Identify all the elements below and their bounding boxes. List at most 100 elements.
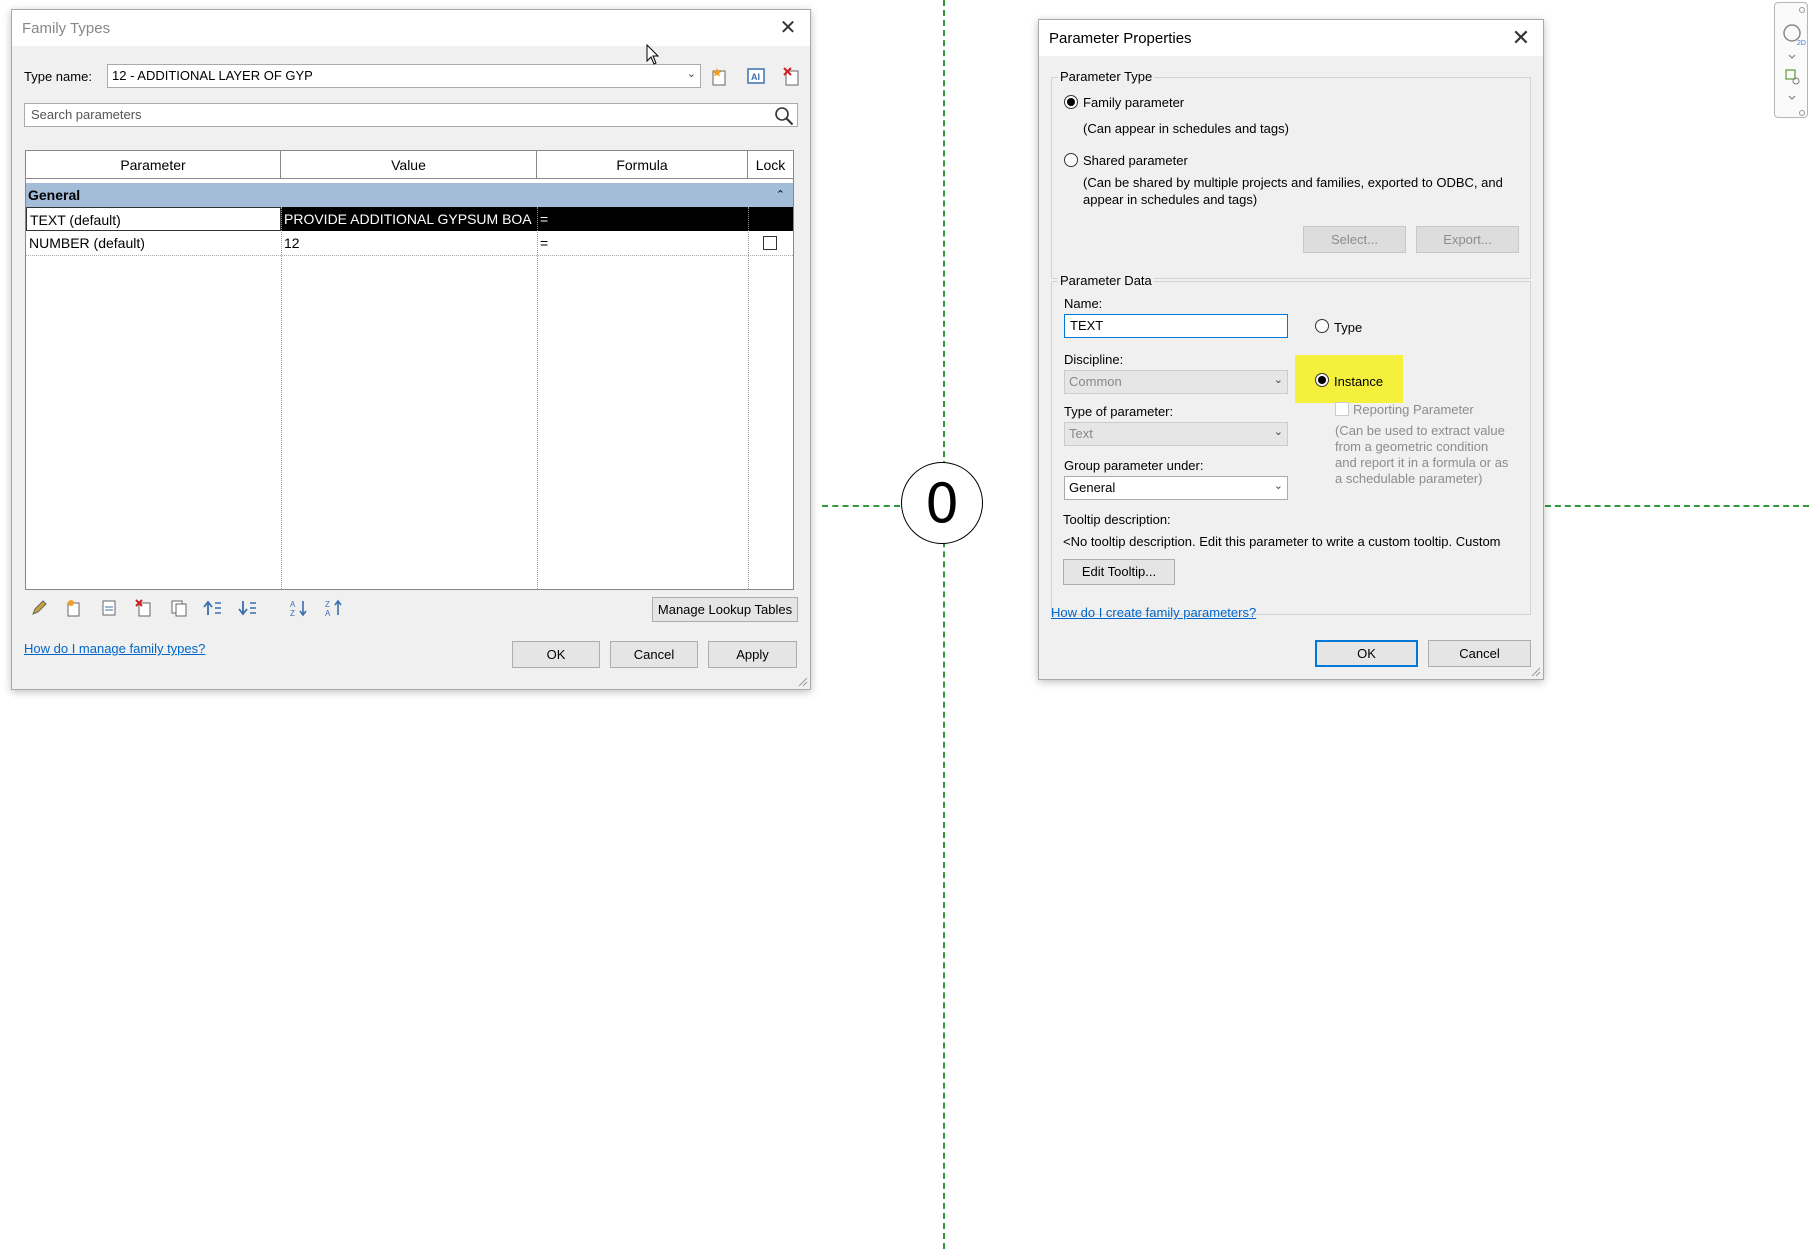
reporting-parameter-checkbox[interactable]	[1335, 402, 1349, 416]
shared-parameter-button[interactable]	[96, 595, 122, 621]
shared-parameter-radio[interactable]	[1064, 153, 1078, 167]
type-of-parameter-value: Text	[1069, 426, 1093, 441]
family-types-dialog: Family Types ✕ Type name: 12 - ADDITIONA…	[11, 9, 811, 690]
sort-ascending-icon: AZ	[290, 600, 307, 618]
reference-plane-horizontal-left	[822, 505, 900, 507]
table-row-formula[interactable]: =	[537, 207, 748, 231]
select-button[interactable]: Select...	[1303, 226, 1406, 253]
shared-parameter-label[interactable]: Shared parameter	[1083, 153, 1188, 168]
chevron-down-icon: ⌄	[1273, 480, 1283, 492]
table-row-value[interactable]: PROVIDE ADDITIONAL GYPSUM BOA	[281, 207, 537, 231]
new-parameter-button[interactable]	[61, 595, 87, 621]
column-header-parameter[interactable]: Parameter	[26, 151, 281, 179]
family-parameter-radio[interactable]	[1064, 95, 1078, 109]
reference-plane-horizontal-right	[1545, 505, 1809, 507]
edit-parameter-button[interactable]	[26, 595, 52, 621]
move-down-button[interactable]	[236, 595, 262, 621]
pencil-icon	[32, 600, 47, 615]
discipline-dropdown[interactable]: Common ⌄	[1064, 370, 1288, 394]
reporting-parameter-description: (Can be used to extract value	[1335, 423, 1505, 438]
reporting-parameter-description: a schedulable parameter)	[1335, 471, 1483, 486]
move-down-icon	[238, 601, 256, 616]
lock-checkbox[interactable]	[763, 236, 777, 250]
search-icon[interactable]	[773, 105, 795, 127]
close-icon[interactable]: ✕	[1509, 26, 1533, 50]
instance-radio[interactable]	[1315, 373, 1329, 387]
level-head-circle[interactable]: 0	[901, 462, 983, 544]
level-number: 0	[924, 471, 960, 535]
table-row-value[interactable]: 12	[281, 231, 537, 255]
column-divider	[281, 207, 282, 589]
parameter-properties-dialog: Parameter Properties ✕ Parameter Type Fa…	[1038, 19, 1544, 680]
family-types-titlebar[interactable]: Family Types ✕	[12, 10, 810, 46]
delete-parameter-button[interactable]	[131, 595, 157, 621]
family-types-title: Family Types	[22, 20, 111, 37]
row-divider	[26, 255, 793, 256]
close-icon[interactable]: ✕	[776, 16, 800, 40]
group-under-dropdown[interactable]: General ⌄	[1064, 476, 1288, 500]
tooltip-description-text: <No tooltip description. Edit this param…	[1063, 534, 1501, 549]
table-row-parameter[interactable]: TEXT (default)	[26, 207, 281, 231]
new-parameter-icon	[67, 600, 80, 617]
rename-type-icon: AI	[747, 68, 765, 84]
chevron-down-icon: ⌄	[1273, 426, 1283, 438]
name-label: Name:	[1064, 296, 1103, 311]
tooltip-description-label: Tooltip description:	[1063, 512, 1171, 527]
delete-type-icon	[783, 67, 799, 86]
mouse-cursor-icon	[646, 44, 660, 65]
svg-text:A: A	[290, 600, 296, 609]
column-header-lock[interactable]: Lock	[748, 151, 793, 179]
column-header-formula[interactable]: Formula	[537, 151, 748, 179]
chevron-down-icon: ⌄	[1273, 374, 1283, 386]
cancel-button[interactable]: Cancel	[610, 641, 698, 668]
parameter-properties-titlebar[interactable]: Parameter Properties ✕	[1039, 20, 1543, 56]
manage-lookup-tables-button[interactable]: Manage Lookup Tables	[652, 597, 798, 622]
shared-parameter-description: (Can be shared by multiple projects and …	[1083, 175, 1503, 190]
new-type-icon	[712, 68, 726, 86]
rename-type-button[interactable]: AI	[743, 63, 769, 89]
navigation-bar[interactable]: 2D	[1774, 2, 1808, 118]
sort-descending-icon: ZA	[325, 599, 342, 618]
sort-ascending-button[interactable]: AZ	[286, 595, 312, 621]
new-type-button[interactable]	[706, 63, 732, 89]
apply-button[interactable]: Apply	[708, 641, 797, 668]
type-radio[interactable]	[1315, 319, 1329, 333]
name-value: TEXT	[1070, 318, 1104, 333]
cancel-button[interactable]: Cancel	[1428, 640, 1531, 667]
delete-parameter-icon	[135, 599, 151, 617]
manage-family-types-help-link[interactable]: How do I manage family types?	[24, 641, 205, 656]
export-button[interactable]: Export...	[1416, 226, 1519, 253]
sort-descending-button[interactable]: ZA	[321, 595, 347, 621]
move-up-button[interactable]	[201, 595, 227, 621]
ok-button[interactable]: OK	[512, 641, 600, 668]
search-parameters-input[interactable]: Search parameters	[24, 103, 798, 127]
duplicate-parameter-button[interactable]	[166, 595, 192, 621]
table-row-parameter[interactable]: NUMBER (default)	[26, 231, 281, 255]
resize-grip-icon[interactable]	[1529, 665, 1541, 677]
resize-grip-icon[interactable]	[796, 675, 808, 687]
chevron-down-icon: ⌄	[686, 68, 696, 80]
collapse-icon[interactable]: ⌃	[776, 183, 785, 207]
ok-button[interactable]: OK	[1315, 640, 1418, 667]
family-parameter-label[interactable]: Family parameter	[1083, 95, 1184, 110]
svg-text:Z: Z	[325, 600, 330, 609]
name-input[interactable]: TEXT	[1064, 314, 1288, 338]
svg-text:A: A	[325, 609, 331, 618]
column-header-value[interactable]: Value	[281, 151, 537, 179]
column-divider	[537, 207, 538, 589]
parameters-grid[interactable]: Parameter Value Formula Lock General ⌃ T…	[25, 150, 794, 590]
delete-type-button[interactable]	[779, 63, 805, 89]
group-row-general[interactable]: General ⌃	[26, 183, 793, 207]
parameter-properties-title: Parameter Properties	[1049, 30, 1192, 47]
type-radio-label[interactable]: Type	[1334, 320, 1362, 335]
copy-icon	[171, 600, 187, 617]
create-family-parameters-help-link[interactable]: How do I create family parameters?	[1051, 605, 1256, 620]
navigation-wheel-icon[interactable]: 2D	[1775, 3, 1807, 117]
edit-tooltip-button[interactable]: Edit Tooltip...	[1063, 559, 1175, 585]
table-row-formula[interactable]: =	[537, 231, 748, 255]
type-of-parameter-dropdown[interactable]: Text ⌄	[1064, 422, 1288, 446]
instance-radio-label[interactable]: Instance	[1334, 374, 1383, 389]
reporting-parameter-label[interactable]: Reporting Parameter	[1353, 402, 1474, 417]
type-name-dropdown[interactable]: 12 - ADDITIONAL LAYER OF GYP ⌄	[107, 64, 701, 88]
type-of-parameter-label: Type of parameter:	[1064, 404, 1174, 419]
